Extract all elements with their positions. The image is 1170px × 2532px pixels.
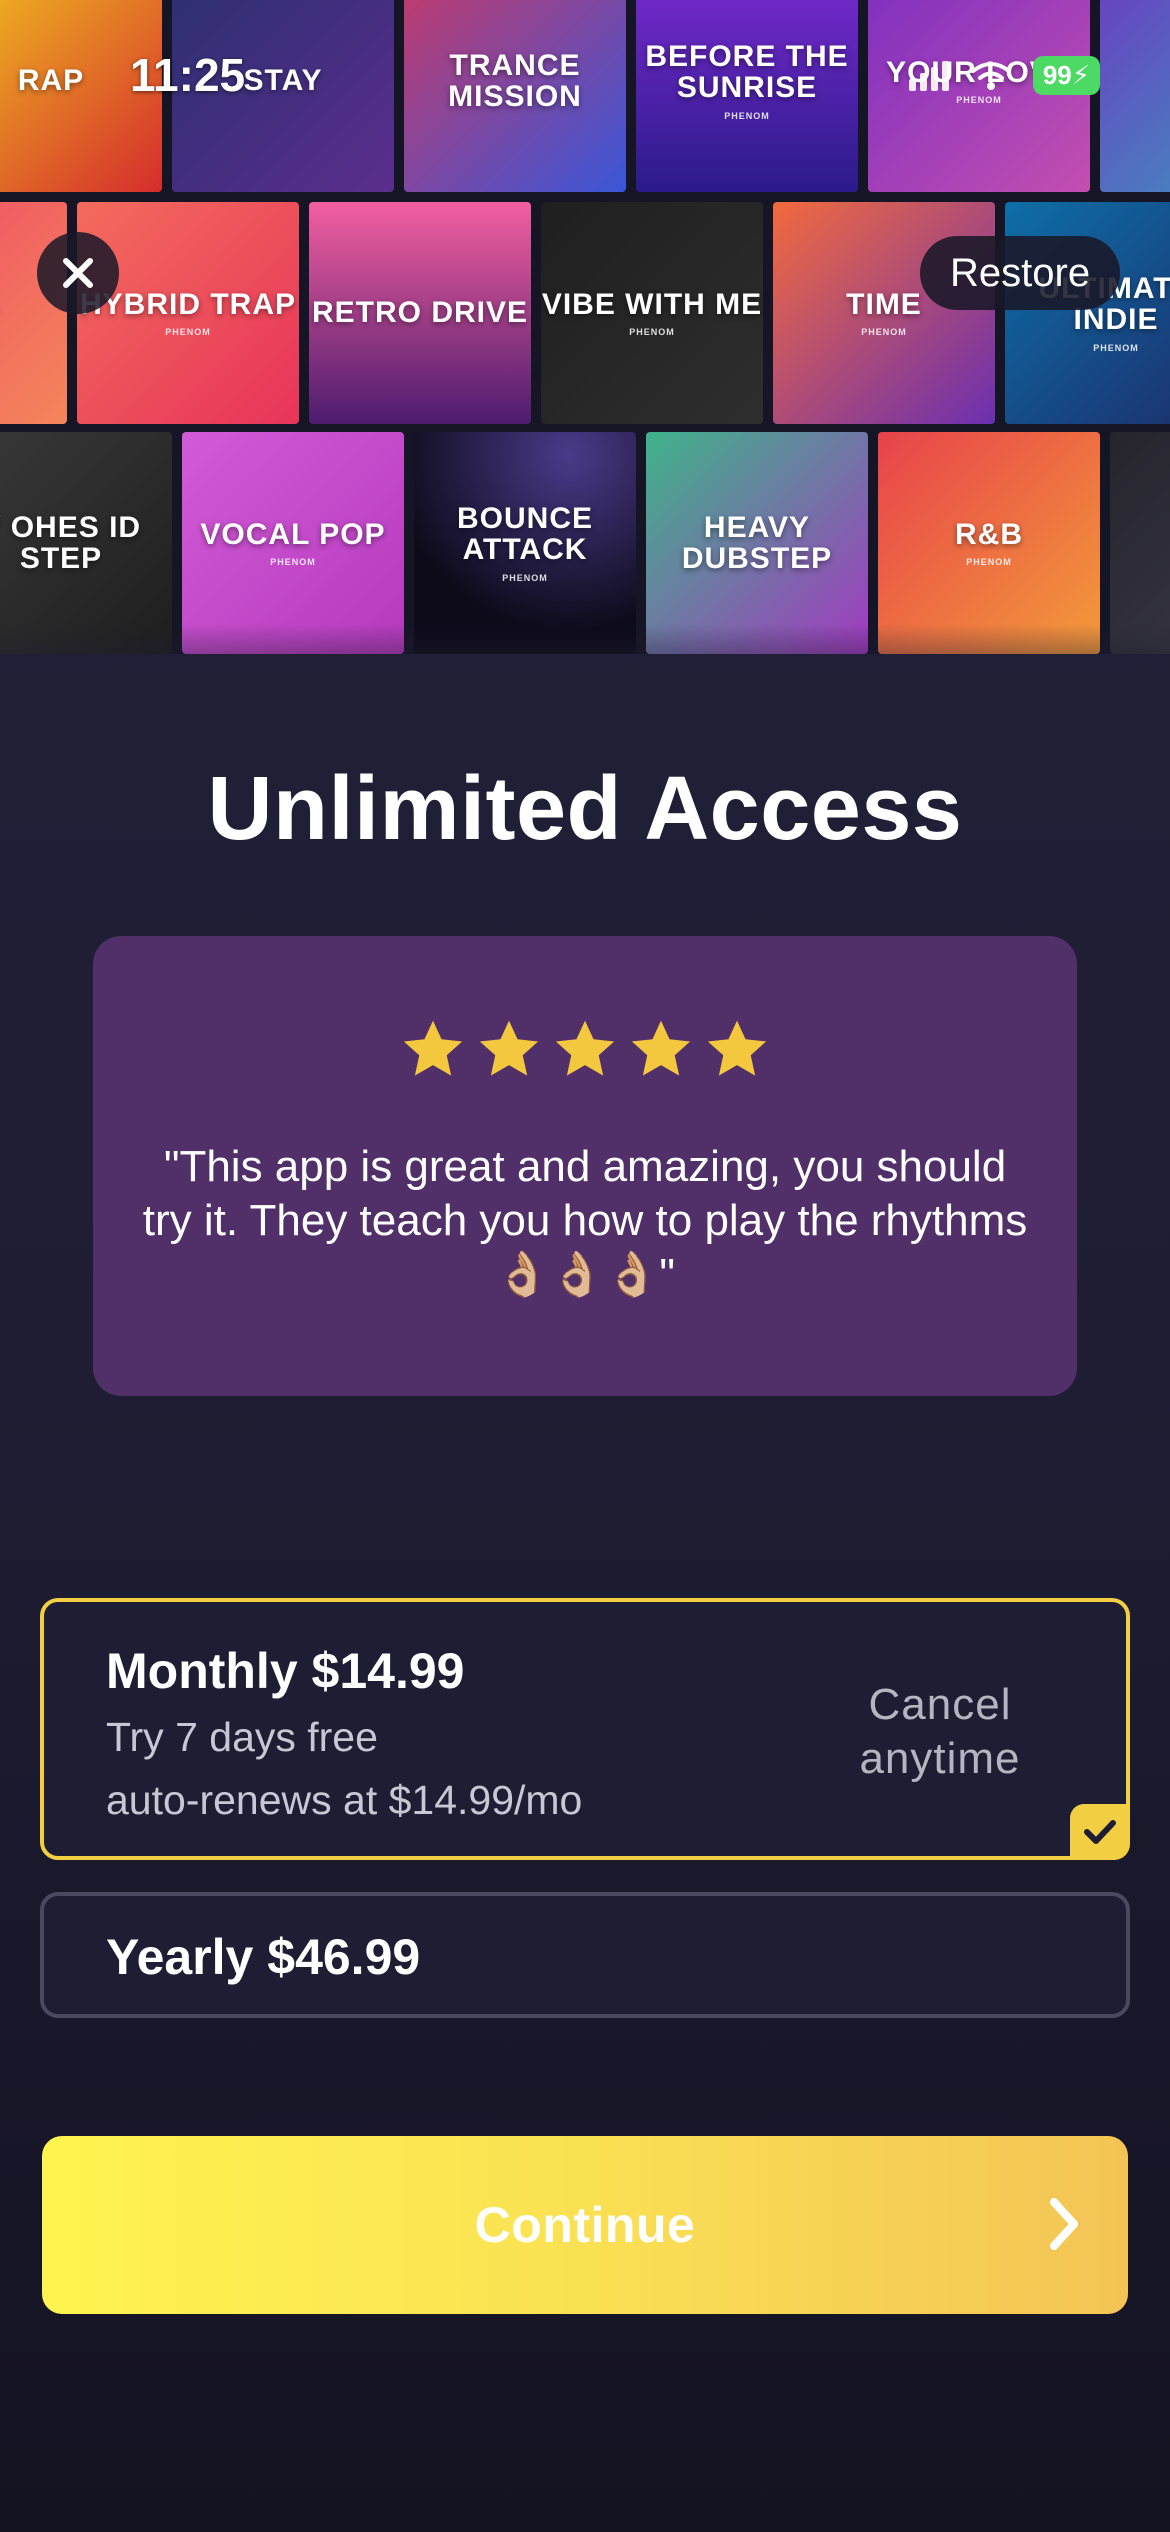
album-cover: Heavy Dubstep	[646, 432, 868, 654]
page-title: Unlimited Access	[207, 759, 963, 859]
battery-level: 99	[1042, 60, 1072, 90]
star-icon	[707, 1020, 767, 1076]
restore-label: Restore	[950, 250, 1091, 295]
wifi-icon	[970, 61, 1011, 90]
album-cover	[1100, 0, 1170, 192]
album-cover: Before the Sunrise PHENOM	[636, 0, 858, 192]
close-button[interactable]	[37, 232, 119, 314]
album-brand: PHENOM	[270, 557, 316, 568]
album-cover: Y Ohes Id Step	[0, 432, 172, 654]
plan-yearly-title: Yearly $46.99	[106, 1929, 421, 1985]
cellular-signal-icon	[908, 60, 949, 91]
album-title: Rap	[17, 64, 85, 98]
close-icon	[63, 258, 93, 288]
album-brand: PHENOM	[956, 95, 1002, 106]
album-brand: PHENOM	[1093, 342, 1139, 353]
restore-button[interactable]: Restore	[920, 236, 1121, 310]
charging-bolt-icon: ⚡	[1071, 60, 1090, 90]
plan-monthly-cancel-note: Cancel anytime	[859, 1680, 1021, 1783]
star-icon	[555, 1020, 615, 1076]
star-icon	[479, 1020, 539, 1076]
star-icon	[631, 1020, 691, 1076]
chevron-right-icon	[1050, 2198, 1078, 2250]
album-title: Y Ohes Id Step	[0, 510, 142, 575]
album-cover: Vibe with Me PHENOM	[541, 202, 763, 424]
album-cover: Bounce Attack PHENOM	[414, 432, 636, 654]
album-brand: PHENOM	[861, 327, 907, 338]
album-brand: PHENOM	[502, 572, 548, 583]
album-cover: Hybrid Trap PHENOM	[77, 202, 299, 424]
plan-option-yearly[interactable]: Yearly $46.99	[40, 1892, 1130, 2018]
review-quote: "This app is great and amazing, you shou…	[142, 1142, 1028, 1299]
album-cover: Trance Mission	[404, 0, 626, 192]
album-brand: PHENOM	[724, 110, 770, 121]
album-cover: Deep	[0, 202, 67, 424]
check-icon	[1084, 1820, 1116, 1844]
album-title: Stay	[243, 64, 323, 98]
rating-stars	[400, 1018, 770, 1082]
plan-monthly-trial: Try 7 days free	[106, 1714, 378, 1760]
album-title: Retro Drive	[311, 296, 529, 330]
album-title: R&B	[955, 517, 1023, 551]
album-cover: Your Love PHENOM	[868, 0, 1090, 192]
album-cover: Retro Drive	[309, 202, 531, 424]
album-brand: PHENOM	[165, 327, 211, 338]
album-title: Trance Mission	[448, 48, 582, 113]
album-title: Before the Sunrise	[645, 39, 849, 105]
album-title: Vibe with Me	[541, 287, 763, 321]
album-title: Heavy Dubstep	[681, 510, 833, 575]
continue-button[interactable]: Continue	[42, 2136, 1128, 2314]
album-title: Time	[846, 287, 922, 321]
album-cover: Vocal Pop PHENOM	[182, 432, 404, 654]
album-title: Bounce Attack	[456, 501, 593, 567]
album-cover	[1110, 432, 1170, 654]
plan-monthly-title: Monthly $14.99	[106, 1643, 465, 1699]
album-cover: R&B PHENOM	[878, 432, 1100, 654]
status-time: 11:25	[130, 49, 246, 101]
plan-monthly-renewal: auto-renews at $14.99/mo	[106, 1777, 583, 1823]
star-icon	[403, 1020, 463, 1076]
album-brand: PHENOM	[966, 557, 1012, 568]
review-card: "This app is great and amazing, you shou…	[93, 936, 1077, 1396]
mosaic-fade	[0, 624, 1170, 654]
album-title: Vocal Pop	[200, 517, 386, 551]
battery-indicator: 99⚡	[1032, 56, 1100, 95]
continue-label: Continue	[474, 2197, 696, 2253]
status-icons: 99⚡	[908, 56, 1100, 95]
plan-option-monthly[interactable]: Monthly $14.99 Try 7 days free auto-rene…	[40, 1598, 1130, 1860]
album-brand: PHENOM	[629, 327, 675, 338]
selected-badge	[1070, 1804, 1130, 1860]
